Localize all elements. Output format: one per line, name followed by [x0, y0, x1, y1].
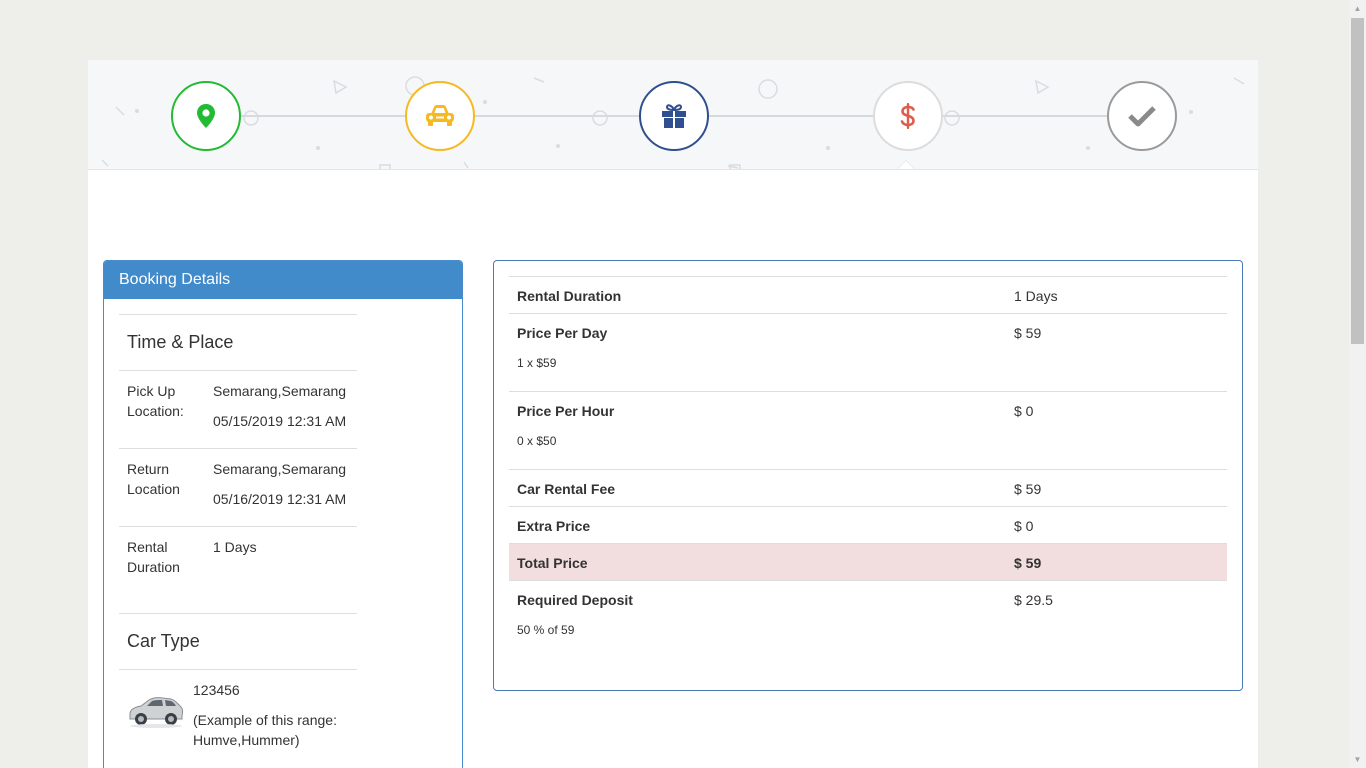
duration-value: 1 Days	[213, 539, 257, 555]
total-price-label: Total Price	[509, 543, 1006, 581]
car-rental-fee-row: Car Rental Fee $ 59	[509, 469, 1227, 507]
rental-duration-value: 1 Days	[1006, 276, 1227, 314]
car-description: (Example of this range: Humve,Hummer)	[193, 712, 337, 748]
booking-steps	[88, 60, 1258, 170]
extra-price-row: Extra Price $ 0	[509, 506, 1227, 544]
car-type-title: Car Type	[119, 614, 357, 670]
car-rental-fee-label: Car Rental Fee	[509, 469, 1006, 507]
step-connector	[943, 115, 1107, 117]
scroll-up-arrow[interactable]: ▲	[1349, 0, 1366, 17]
return-place: Semarang,Semarang	[213, 461, 347, 477]
step-payment[interactable]	[873, 81, 943, 151]
price-per-day-value: $ 59	[1006, 313, 1227, 392]
dollar-icon	[900, 103, 915, 129]
required-deposit-value: $ 29.5	[1006, 580, 1227, 658]
step-extras[interactable]	[639, 81, 709, 151]
booking-details-panel: Booking Details Time & Place Pick Up Loc…	[103, 260, 463, 768]
rental-duration-row: Rental Duration 1 Days	[509, 276, 1227, 314]
booking-details-title: Booking Details	[104, 261, 462, 299]
step-connector	[475, 115, 639, 117]
active-step-pointer	[896, 160, 916, 169]
extra-price-label: Extra Price	[509, 506, 1006, 544]
scroll-thumb[interactable]	[1351, 18, 1364, 344]
return-date: 05/16/2019 12:31 AM	[213, 491, 347, 507]
pickup-place: Semarang,Semarang	[213, 383, 347, 399]
required-deposit-label: Required Deposit	[517, 592, 633, 608]
price-per-hour-value: $ 0	[1006, 391, 1227, 470]
car-image	[129, 697, 184, 728]
extra-price-value: $ 0	[1006, 506, 1227, 544]
total-price-value: $ 59	[1006, 543, 1227, 581]
price-summary-panel: Rental Duration 1 Days Price Per Day 1 x…	[493, 260, 1243, 691]
car-type-section: Car Type 123456 (Example of this range: …	[119, 614, 357, 750]
car-item: 123456 (Example of this range: Humve,Hum…	[119, 670, 357, 750]
car-rental-fee-value: $ 59	[1006, 469, 1227, 507]
price-per-hour-row: Price Per Hour 0 x $50 $ 0	[509, 391, 1227, 470]
car-name: 123456	[193, 682, 240, 698]
return-label: Return Location	[127, 461, 180, 497]
duration-row: Rental Duration 1 Days	[119, 527, 357, 614]
pickup-label: Pick Up Location:	[127, 383, 184, 419]
scroll-down-arrow[interactable]: ▼	[1349, 751, 1366, 768]
price-per-day-row: Price Per Day 1 x $59 $ 59	[509, 313, 1227, 392]
step-connector	[709, 115, 873, 117]
required-deposit-row: Required Deposit 50 % of 59 $ 29.5	[509, 580, 1227, 658]
return-row: Return Location Semarang,Semarang 05/16/…	[119, 449, 357, 527]
booking-page: Booking Details Time & Place Pick Up Loc…	[88, 60, 1258, 768]
total-price-row: Total Price $ 59	[509, 543, 1227, 581]
time-place-title: Time & Place	[119, 315, 357, 371]
price-table: Rental Duration 1 Days Price Per Day 1 x…	[509, 276, 1227, 658]
price-per-hour-label: Price Per Hour	[517, 403, 615, 419]
pickup-date: 05/15/2019 12:31 AM	[213, 413, 347, 429]
rental-duration-label: Rental Duration	[509, 276, 1006, 314]
car-icon	[426, 105, 454, 126]
check-icon	[1128, 106, 1156, 127]
step-car[interactable]	[405, 81, 475, 151]
required-deposit-breakdown: 50 % of 59	[517, 623, 575, 637]
step-location[interactable]	[171, 81, 241, 151]
gift-icon	[662, 104, 686, 128]
pickup-row: Pick Up Location: Semarang,Semarang 05/1…	[119, 371, 357, 449]
price-per-day-label: Price Per Day	[517, 325, 608, 341]
map-marker-icon	[197, 104, 215, 128]
vertical-scrollbar[interactable]: ▲ ▼	[1349, 0, 1366, 768]
step-connector	[241, 115, 405, 117]
price-per-day-breakdown: 1 x $59	[517, 356, 557, 370]
price-per-hour-breakdown: 0 x $50	[517, 434, 557, 448]
time-place-section: Time & Place Pick Up Location: Semarang,…	[119, 314, 357, 614]
step-confirm[interactable]	[1107, 81, 1177, 151]
duration-label: Rental Duration	[127, 539, 180, 575]
